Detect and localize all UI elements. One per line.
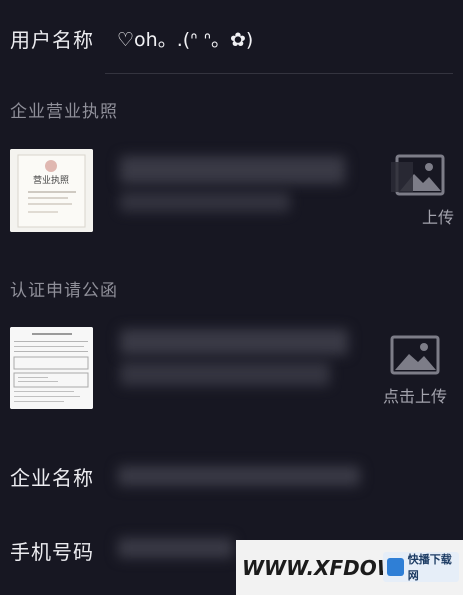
license-section-title: 企业营业执照	[10, 102, 118, 122]
phone-blurred-value[interactable]	[118, 538, 233, 558]
letter-thumbnail[interactable]	[10, 327, 93, 409]
watermark: WWW.XFDOW 快播下载网	[236, 540, 463, 595]
license-thumb-text: 营业执照	[33, 174, 69, 186]
license-upload-button[interactable]: 上传	[386, 152, 454, 228]
phone-label: 手机号码	[10, 540, 94, 564]
letter-upload-button[interactable]: 点击上传	[383, 333, 447, 407]
watermark-badge-text: 快播下载网	[407, 553, 452, 582]
letter-section-title: 认证申请公函	[10, 281, 118, 301]
letter-upload-label: 点击上传	[383, 387, 448, 406]
letter-blurred-info	[120, 329, 348, 355]
cube-logo-icon	[387, 558, 404, 576]
watermark-text: WWW.XFDOW	[242, 555, 399, 580]
watermark-badge: 快播下载网	[383, 552, 459, 582]
license-document-image: 营业执照	[10, 149, 93, 232]
username-row: 用户名称 ♡oh。.(ᐢ ᐢ。✿)	[0, 0, 463, 74]
username-value: ♡oh。.(ᐢ ᐢ。✿)	[117, 29, 254, 51]
company-name-blurred-value[interactable]	[118, 466, 360, 486]
image-icon	[390, 335, 440, 375]
enterprise-certification-form: 用户名称 ♡oh。.(ᐢ ᐢ。✿) 企业营业执照 营业执照 上传 认证申请公函	[0, 0, 463, 595]
license-blurred-info	[120, 156, 345, 184]
license-blurred-info	[120, 192, 290, 212]
license-thumbnail[interactable]: 营业执照	[10, 149, 93, 232]
license-upload-label: 上传	[422, 208, 455, 227]
divider	[105, 73, 453, 74]
username-label: 用户名称	[10, 28, 94, 52]
letter-blurred-info	[120, 362, 330, 386]
company-name-label: 企业名称	[10, 466, 94, 490]
image-icon	[391, 154, 445, 196]
letter-document-image	[10, 327, 93, 409]
